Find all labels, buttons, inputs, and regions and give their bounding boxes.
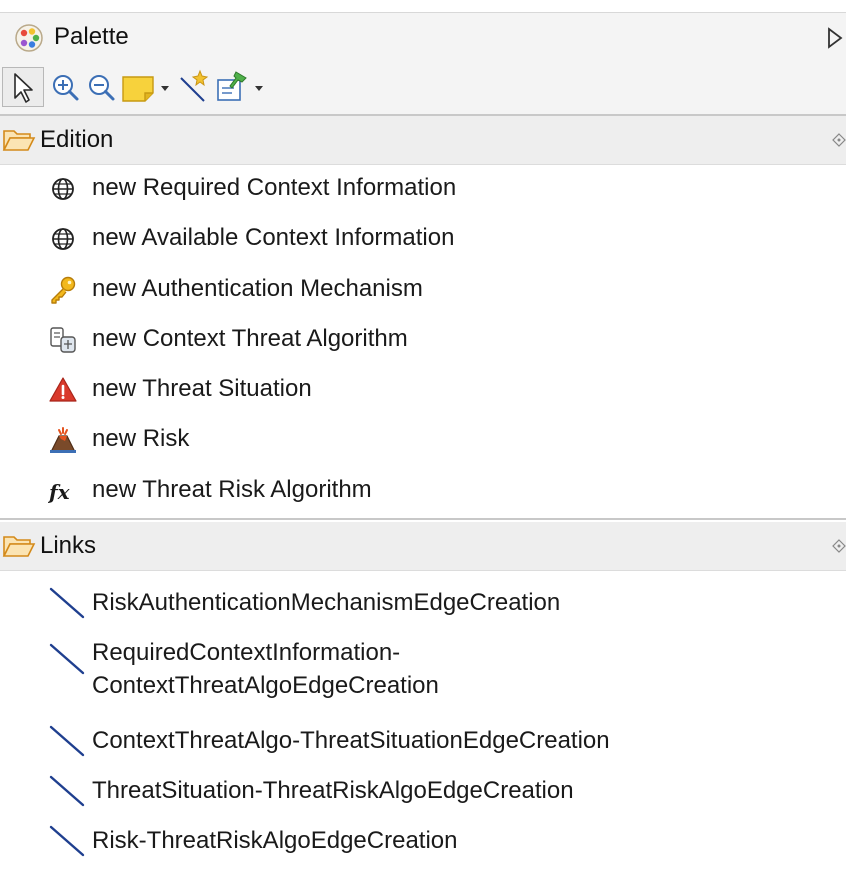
tool-label: new Available Context Information	[92, 224, 455, 251]
tool-label: new Context Threat Algorithm	[92, 325, 408, 352]
select-tool-button[interactable]	[2, 67, 44, 107]
open-folder-icon	[2, 536, 36, 557]
warning-icon	[49, 377, 77, 402]
pin-note-dropdown-icon[interactable]	[252, 68, 266, 106]
links-label: Links	[40, 532, 97, 559]
tool-required-context-information-context-threat-algo-edge[interactable]: RequiredContextInformation- ContextThrea…	[0, 628, 846, 712]
tool-new-available-context-information[interactable]: new Available Context Information	[0, 215, 846, 265]
pin-note-icon[interactable]	[214, 68, 250, 106]
tool-label: ThreatSituation-ThreatRiskAlgoEdgeCreati…	[92, 777, 574, 804]
palette-toolbar	[0, 62, 846, 116]
tool-label: new Risk	[92, 425, 190, 452]
pin-drawer-icon[interactable]	[832, 133, 846, 147]
tool-new-required-context-information[interactable]: new Required Context Information	[0, 165, 846, 215]
tool-label: new Threat Risk Algorithm	[92, 476, 372, 503]
tool-new-risk[interactable]: new Risk	[0, 416, 846, 466]
tool-label: new Authentication Mechanism	[92, 275, 423, 302]
open-folder-icon	[2, 130, 36, 151]
tool-risk-authentication-mechanism-edge[interactable]: RiskAuthenticationMechanismEdgeCreation	[0, 572, 846, 628]
tool-new-authentication-mechanism[interactable]: new Authentication Mechanism	[0, 266, 846, 316]
tool-context-threat-algo-threat-situation-edge[interactable]: ContextThreatAlgo-ThreatSituationEdgeCre…	[0, 710, 846, 760]
tool-label: ContextThreatAlgo-ThreatSituationEdgeCre…	[92, 727, 610, 754]
edge-line-icon	[49, 587, 85, 619]
globe-icon	[52, 228, 74, 250]
links-drawer-header[interactable]: Links	[0, 522, 846, 571]
tool-label: new Required Context Information	[92, 174, 457, 201]
key-icon	[51, 276, 76, 304]
pin-drawer-icon[interactable]	[832, 539, 846, 553]
palette-icon	[15, 24, 43, 52]
edge-line-icon	[49, 643, 85, 675]
collapse-palette-icon[interactable]	[825, 26, 845, 50]
edge-line-icon	[49, 775, 85, 807]
tool-label: new Threat Situation	[92, 375, 312, 402]
section-divider	[0, 518, 846, 520]
connection-icon[interactable]	[176, 68, 212, 106]
tool-new-threat-situation[interactable]: new Threat Situation	[0, 366, 846, 416]
tool-risk-threat-risk-algo-edge[interactable]: Risk-ThreatRiskAlgoEdgeCreation	[0, 810, 846, 860]
edge-line-icon	[49, 725, 85, 757]
tool-threat-situation-threat-risk-algo-edge[interactable]: ThreatSituation-ThreatRiskAlgoEdgeCreati…	[0, 760, 846, 810]
svg-text:fx: fx	[48, 480, 71, 504]
edge-line-icon	[49, 825, 85, 857]
tool-label-line2: ContextThreatAlgoEdgeCreation	[92, 672, 439, 699]
palette-view: Palette Edition new Required Context Inf…	[0, 0, 846, 871]
note-icon[interactable]	[120, 68, 156, 106]
tool-new-threat-risk-algorithm[interactable]: fx new Threat Risk Algorithm	[0, 467, 846, 517]
function-icon: fx	[48, 480, 71, 504]
volcano-icon	[50, 427, 76, 453]
palette-title: Palette	[54, 23, 129, 50]
tool-label: RiskAuthenticationMechanismEdgeCreation	[92, 589, 561, 616]
zoom-in-icon[interactable]	[48, 68, 82, 106]
tool-label-line1: RequiredContextInformation-	[92, 639, 401, 666]
arrow-select-icon	[14, 73, 33, 103]
note-dropdown-icon[interactable]	[158, 68, 172, 106]
algorithm-icon	[50, 327, 76, 353]
tool-new-context-threat-algorithm[interactable]: new Context Threat Algorithm	[0, 316, 846, 366]
edition-label: Edition	[40, 126, 114, 153]
tool-label: Risk-ThreatRiskAlgoEdgeCreation	[92, 827, 458, 854]
edition-drawer-header[interactable]: Edition	[0, 116, 846, 165]
globe-icon	[52, 178, 74, 200]
zoom-out-icon[interactable]	[84, 68, 118, 106]
palette-header[interactable]: Palette	[0, 12, 846, 63]
